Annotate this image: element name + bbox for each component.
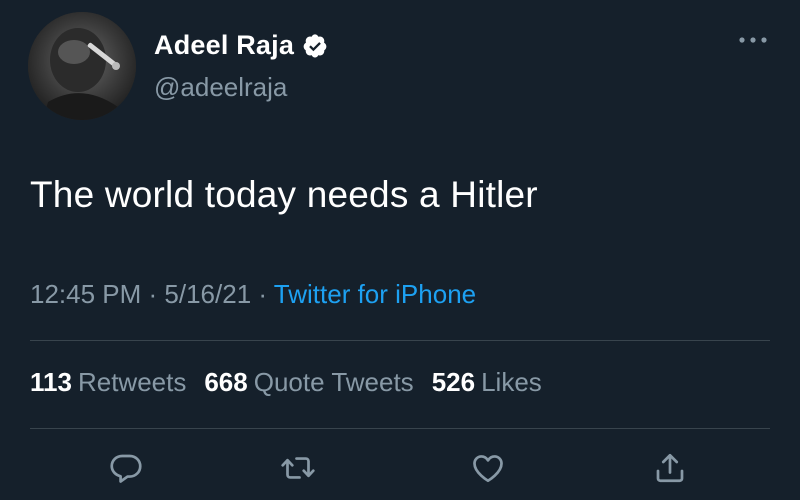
meta-separator: ·: [251, 279, 274, 309]
retweet-button[interactable]: [280, 450, 316, 486]
retweets-label: Retweets: [77, 367, 187, 397]
verified-badge-icon: [302, 33, 328, 59]
likes-label: Likes: [481, 367, 542, 397]
divider: [30, 428, 770, 429]
share-icon: [656, 453, 684, 483]
author-handle[interactable]: @adeelraja: [154, 72, 287, 103]
retweets-stat[interactable]: 113 Retweets: [30, 367, 186, 398]
tweet-time[interactable]: 12:45 PM: [30, 279, 141, 309]
tweet-text: The world today needs a Hitler: [30, 174, 538, 215]
more-horizontal-icon: [739, 37, 767, 43]
likes-count: 526: [431, 367, 476, 397]
tweet-source-link[interactable]: Twitter for iPhone: [274, 279, 476, 309]
more-options-button[interactable]: [736, 28, 770, 52]
avatar[interactable]: [28, 12, 136, 120]
tweet-date[interactable]: 5/16/21: [164, 279, 251, 309]
quote-tweets-stat[interactable]: 668 Quote Tweets: [204, 367, 413, 398]
display-name[interactable]: Adeel Raja: [154, 30, 328, 61]
like-button[interactable]: [470, 450, 506, 486]
author-name[interactable]: Adeel Raja: [154, 30, 294, 61]
reply-icon: [110, 454, 142, 483]
retweet-icon: [281, 457, 315, 479]
retweets-count: 113: [30, 367, 72, 397]
quote-tweets-label: Quote Tweets: [253, 367, 414, 397]
tweet-actions-bar: [0, 446, 800, 492]
profile-photo-icon: [28, 12, 136, 120]
tweet-card: Adeel Raja @adeelraja The world today ne…: [0, 0, 800, 500]
meta-separator: ·: [141, 279, 165, 309]
divider: [30, 340, 770, 341]
quote-tweets-count: 668: [204, 367, 248, 397]
reply-button[interactable]: [108, 450, 144, 486]
share-button[interactable]: [652, 450, 688, 486]
tweet-stats: 113 Retweets 668 Quote Tweets 526 Likes: [30, 367, 542, 398]
likes-stat[interactable]: 526 Likes: [432, 367, 542, 398]
like-icon: [473, 455, 503, 483]
tweet-meta: 12:45 PM · 5/16/21 · Twitter for iPhone: [30, 279, 476, 310]
